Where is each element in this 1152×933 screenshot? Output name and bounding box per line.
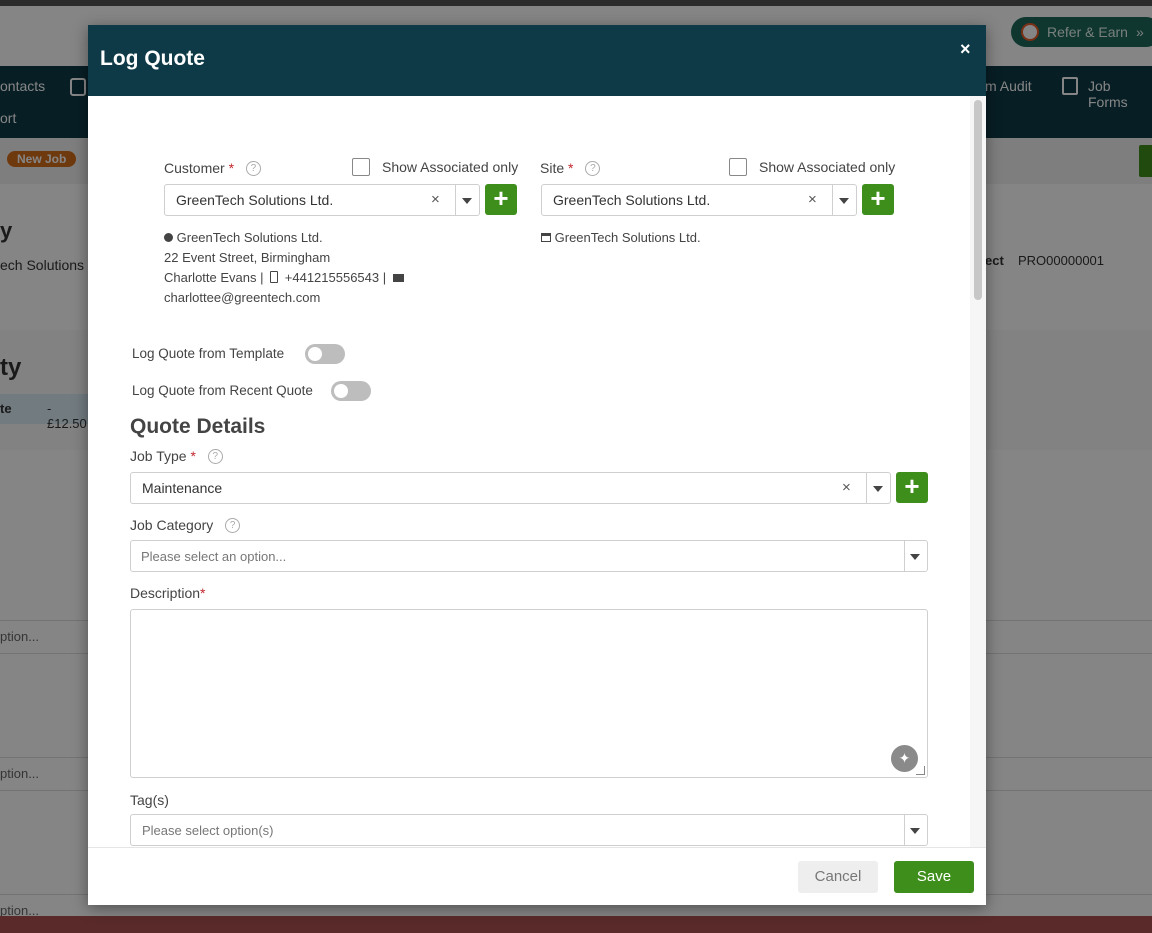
recent-quote-toggle-label: Log Quote from Recent Quote — [132, 383, 313, 398]
tags-label: Tag(s) — [130, 792, 169, 808]
add-site-button[interactable]: + — [862, 184, 894, 215]
chevron-down-icon[interactable] — [462, 198, 472, 204]
job-category-label-text: Job Category — [130, 517, 214, 533]
toggle-knob — [308, 347, 322, 361]
add-job-type-button[interactable]: + — [896, 472, 928, 503]
help-icon[interactable]: ? — [245, 161, 261, 176]
required-marker: * — [568, 160, 574, 176]
customer-select-value: GreenTech Solutions Ltd. — [176, 192, 334, 208]
phone-icon — [270, 271, 279, 283]
modal-title: Log Quote — [100, 47, 205, 70]
quote-details-heading: Quote Details — [130, 415, 266, 438]
customer-contact-email: charlottee@greentech.com — [164, 290, 321, 305]
job-type-label: Job Type * ? — [130, 448, 223, 464]
select-divider — [904, 815, 905, 845]
template-toggle[interactable] — [305, 344, 345, 364]
site-show-associated-label: Show Associated only — [759, 159, 896, 175]
customer-show-associated-label: Show Associated only — [382, 159, 519, 175]
site-show-associated-checkbox[interactable] — [729, 158, 747, 176]
select-divider — [455, 185, 456, 215]
description-label-text: Description — [130, 585, 201, 601]
required-marker: * — [200, 585, 206, 601]
log-quote-modal: Log Quote × Customer * ? Show Associated… — [88, 25, 986, 905]
separator: | — [382, 270, 387, 285]
ai-sparkle-icon[interactable]: ✦ — [891, 745, 918, 772]
separator: | — [260, 270, 264, 285]
modal-footer: Cancel Save — [88, 847, 986, 905]
help-icon[interactable]: ? — [585, 161, 601, 176]
customer-details: GreenTech Solutions Ltd. 22 Event Street… — [164, 228, 404, 308]
customer-show-associated-checkbox[interactable] — [352, 158, 370, 176]
required-marker: * — [190, 448, 196, 464]
customer-select[interactable]: GreenTech Solutions Ltd. × — [164, 184, 480, 216]
clear-icon[interactable]: × — [431, 191, 440, 208]
customer-details-name: GreenTech Solutions Ltd. — [176, 230, 323, 245]
clear-icon[interactable]: × — [842, 479, 851, 496]
modal-body[interactable]: Customer * ? Show Associated only GreenT… — [88, 96, 970, 847]
job-category-label: Job Category ? — [130, 517, 241, 533]
job-type-select[interactable]: Maintenance × — [130, 472, 891, 504]
customer-details-name-line: GreenTech Solutions Ltd. — [164, 228, 404, 248]
toggle-knob — [334, 384, 348, 398]
close-icon[interactable]: × — [960, 39, 971, 60]
select-divider — [904, 541, 905, 571]
help-icon[interactable]: ? — [225, 518, 241, 533]
customer-contact-name: Charlotte Evans — [164, 270, 257, 285]
tags-select[interactable]: Please select option(s) — [130, 814, 928, 846]
template-toggle-label: Log Quote from Template — [132, 346, 285, 361]
customer-details-address: 22 Event Street, Birmingham — [164, 250, 331, 265]
person-icon — [164, 233, 173, 242]
job-type-label-text: Job Type — [130, 448, 187, 464]
site-select-value: GreenTech Solutions Ltd. — [553, 192, 711, 208]
job-category-select[interactable]: Please select an option... — [130, 540, 928, 572]
modal-scrollbar-thumb[interactable] — [974, 100, 982, 300]
tags-placeholder: Please select option(s) — [142, 823, 274, 838]
resize-handle[interactable] — [916, 766, 925, 775]
add-customer-button[interactable]: + — [485, 184, 517, 215]
site-select[interactable]: GreenTech Solutions Ltd. × — [541, 184, 857, 216]
modal-header: Log Quote × — [88, 25, 986, 96]
building-icon — [541, 233, 551, 242]
help-icon[interactable]: ? — [207, 449, 223, 464]
customer-contact-phone: +441215556543 — [284, 270, 380, 285]
chevron-down-icon[interactable] — [910, 554, 920, 560]
chevron-down-icon[interactable] — [910, 828, 920, 834]
description-textarea[interactable]: ✦ — [130, 609, 928, 778]
select-divider — [832, 185, 833, 215]
os-taskbar — [0, 916, 1152, 933]
select-divider — [866, 473, 867, 503]
site-label-text: Site — [540, 160, 565, 176]
site-details-name: GreenTech Solutions Ltd. — [554, 230, 701, 245]
description-label: Description* — [130, 585, 205, 601]
customer-label-text: Customer — [164, 160, 225, 176]
recent-quote-toggle[interactable] — [331, 381, 371, 401]
customer-label: Customer * ? — [164, 160, 261, 176]
clear-icon[interactable]: × — [808, 191, 817, 208]
cancel-button[interactable]: Cancel — [798, 861, 878, 893]
site-label: Site * ? — [540, 160, 601, 176]
job-type-value: Maintenance — [142, 480, 223, 496]
customer-details-contact-line: Charlotte Evans | +441215556543 | — [164, 268, 404, 288]
save-button[interactable]: Save — [894, 861, 974, 893]
required-marker: * — [228, 160, 235, 176]
job-category-placeholder: Please select an option... — [141, 549, 287, 564]
site-details: GreenTech Solutions Ltd. — [541, 228, 701, 248]
chevron-down-icon[interactable] — [839, 198, 849, 204]
email-icon — [392, 274, 404, 282]
chevron-down-icon[interactable] — [873, 486, 883, 492]
